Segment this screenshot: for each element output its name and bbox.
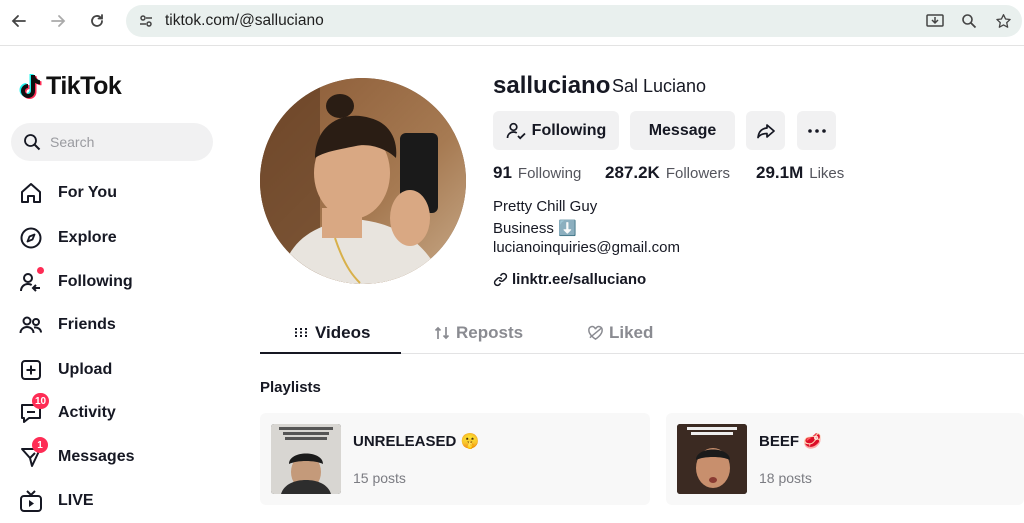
back-icon[interactable] xyxy=(8,10,30,32)
message-button-label: Message xyxy=(648,121,717,139)
compass-icon xyxy=(18,225,44,251)
search-icon xyxy=(23,133,41,156)
sidebar-item-label: Messages xyxy=(58,448,135,465)
notification-dot xyxy=(37,267,44,274)
likes-label: Likes xyxy=(809,165,845,182)
sidebar-item-live[interactable]: LIVE xyxy=(18,486,218,516)
sidebar-item-label: Explore xyxy=(58,229,117,246)
more-dots-icon xyxy=(807,128,826,133)
home-icon xyxy=(18,180,44,206)
bookmark-star-icon[interactable] xyxy=(993,11,1013,31)
logo-text: TikTok xyxy=(46,72,122,100)
following-button-label: Following xyxy=(531,121,607,139)
sidebar-item-friends[interactable]: Friends xyxy=(18,310,218,340)
url-text[interactable]: tiktok.com/@salluciano xyxy=(165,12,324,30)
playlist-card[interactable]: UNRELEASED 🤫 15 posts xyxy=(260,413,650,505)
upload-icon xyxy=(18,357,44,383)
sidebar-item-activity[interactable]: 10 Activity xyxy=(18,393,218,428)
search-placeholder: Search xyxy=(50,134,95,150)
tiktok-logo[interactable]: TikTok xyxy=(18,72,122,101)
followers-count: 287.2K xyxy=(605,163,660,182)
bio-line: Pretty Chill Guy xyxy=(493,198,598,215)
forward-icon[interactable] xyxy=(47,10,69,32)
user-check-icon xyxy=(506,121,526,141)
playlist-card[interactable]: BEEF 🥩 18 posts xyxy=(666,413,1024,505)
tab-label: Reposts xyxy=(456,323,524,342)
tab-label: Liked xyxy=(609,323,654,342)
activity-icon: 10 xyxy=(18,393,50,426)
friends-icon xyxy=(18,312,44,338)
playlist-post-count: 15 posts xyxy=(353,470,406,486)
tab-liked[interactable]: Liked xyxy=(587,322,653,344)
likes-count: 29.1M xyxy=(756,163,804,182)
messages-icon: 1 xyxy=(18,437,48,470)
browser-toolbar: tiktok.com/@salluciano xyxy=(0,0,1024,46)
active-tab-indicator xyxy=(260,352,401,354)
site-settings-icon[interactable] xyxy=(136,11,156,31)
reload-icon[interactable] xyxy=(86,10,108,32)
zoom-icon[interactable] xyxy=(959,11,979,31)
following-label: Following xyxy=(517,165,582,182)
live-icon xyxy=(18,488,44,514)
profile-avatar[interactable] xyxy=(260,78,466,284)
install-app-icon[interactable] xyxy=(925,11,945,31)
grid-icon xyxy=(294,326,308,340)
hidden-heart-icon xyxy=(587,325,604,341)
avatar-photo xyxy=(260,78,466,284)
link-icon xyxy=(493,272,508,287)
playlists-heading: Playlists xyxy=(260,379,321,396)
share-icon xyxy=(756,121,776,141)
sidebar-item-upload[interactable]: Upload xyxy=(18,355,218,385)
sidebar-item-label: Upload xyxy=(58,361,113,378)
followers-label: Followers xyxy=(665,165,731,182)
following-stat[interactable]: 91 Following xyxy=(493,163,581,183)
sidebar-item-label: For You xyxy=(58,184,117,201)
following-count: 91 xyxy=(493,163,512,182)
playlist-post-count: 18 posts xyxy=(759,470,812,486)
likes-stat: 29.1M Likes xyxy=(756,163,844,183)
address-bar[interactable]: tiktok.com/@salluciano xyxy=(126,5,1022,37)
messages-badge: 1 xyxy=(32,437,48,453)
bio-line: Business ⬇️ xyxy=(493,220,577,237)
profile-link[interactable]: linktr.ee/salluciano xyxy=(493,271,646,288)
share-button[interactable] xyxy=(746,111,785,150)
profile-link-text: linktr.ee/salluciano xyxy=(512,271,647,288)
sidebar-item-for-you[interactable]: For You xyxy=(18,178,218,208)
message-button[interactable]: Message xyxy=(630,111,735,150)
tiktok-logo-icon xyxy=(19,74,42,99)
followers-stat[interactable]: 287.2K Followers xyxy=(605,163,730,183)
activity-badge: 10 xyxy=(32,393,50,409)
tab-reposts[interactable]: Reposts xyxy=(434,322,523,344)
search-input[interactable]: Search xyxy=(11,123,213,161)
following-button[interactable]: Following xyxy=(493,111,619,150)
sidebar-item-label: LIVE xyxy=(58,492,94,509)
tab-videos[interactable]: Videos xyxy=(294,322,370,344)
sidebar-item-label: Activity xyxy=(58,404,116,421)
profile-nickname: Sal Luciano xyxy=(612,76,707,96)
tab-label: Videos xyxy=(315,323,371,342)
playlist-thumbnail xyxy=(271,424,341,494)
playlist-thumbnail xyxy=(677,424,747,494)
playlist-title: BEEF 🥩 xyxy=(759,433,822,450)
bio-line: lucianoinquiries@gmail.com xyxy=(493,239,680,256)
sidebar-item-following[interactable]: Following xyxy=(18,267,218,297)
following-icon xyxy=(18,267,44,295)
sidebar-item-messages[interactable]: 1 Messages xyxy=(18,437,218,472)
sidebar-item-explore[interactable]: Explore xyxy=(18,223,218,253)
more-options-button[interactable] xyxy=(797,111,836,150)
repost-icon xyxy=(434,325,450,341)
sidebar-item-label: Friends xyxy=(58,316,116,333)
profile-username: salluciano xyxy=(493,72,611,99)
sidebar-item-label: Following xyxy=(58,273,133,290)
playlist-title: UNRELEASED 🤫 xyxy=(353,433,480,450)
